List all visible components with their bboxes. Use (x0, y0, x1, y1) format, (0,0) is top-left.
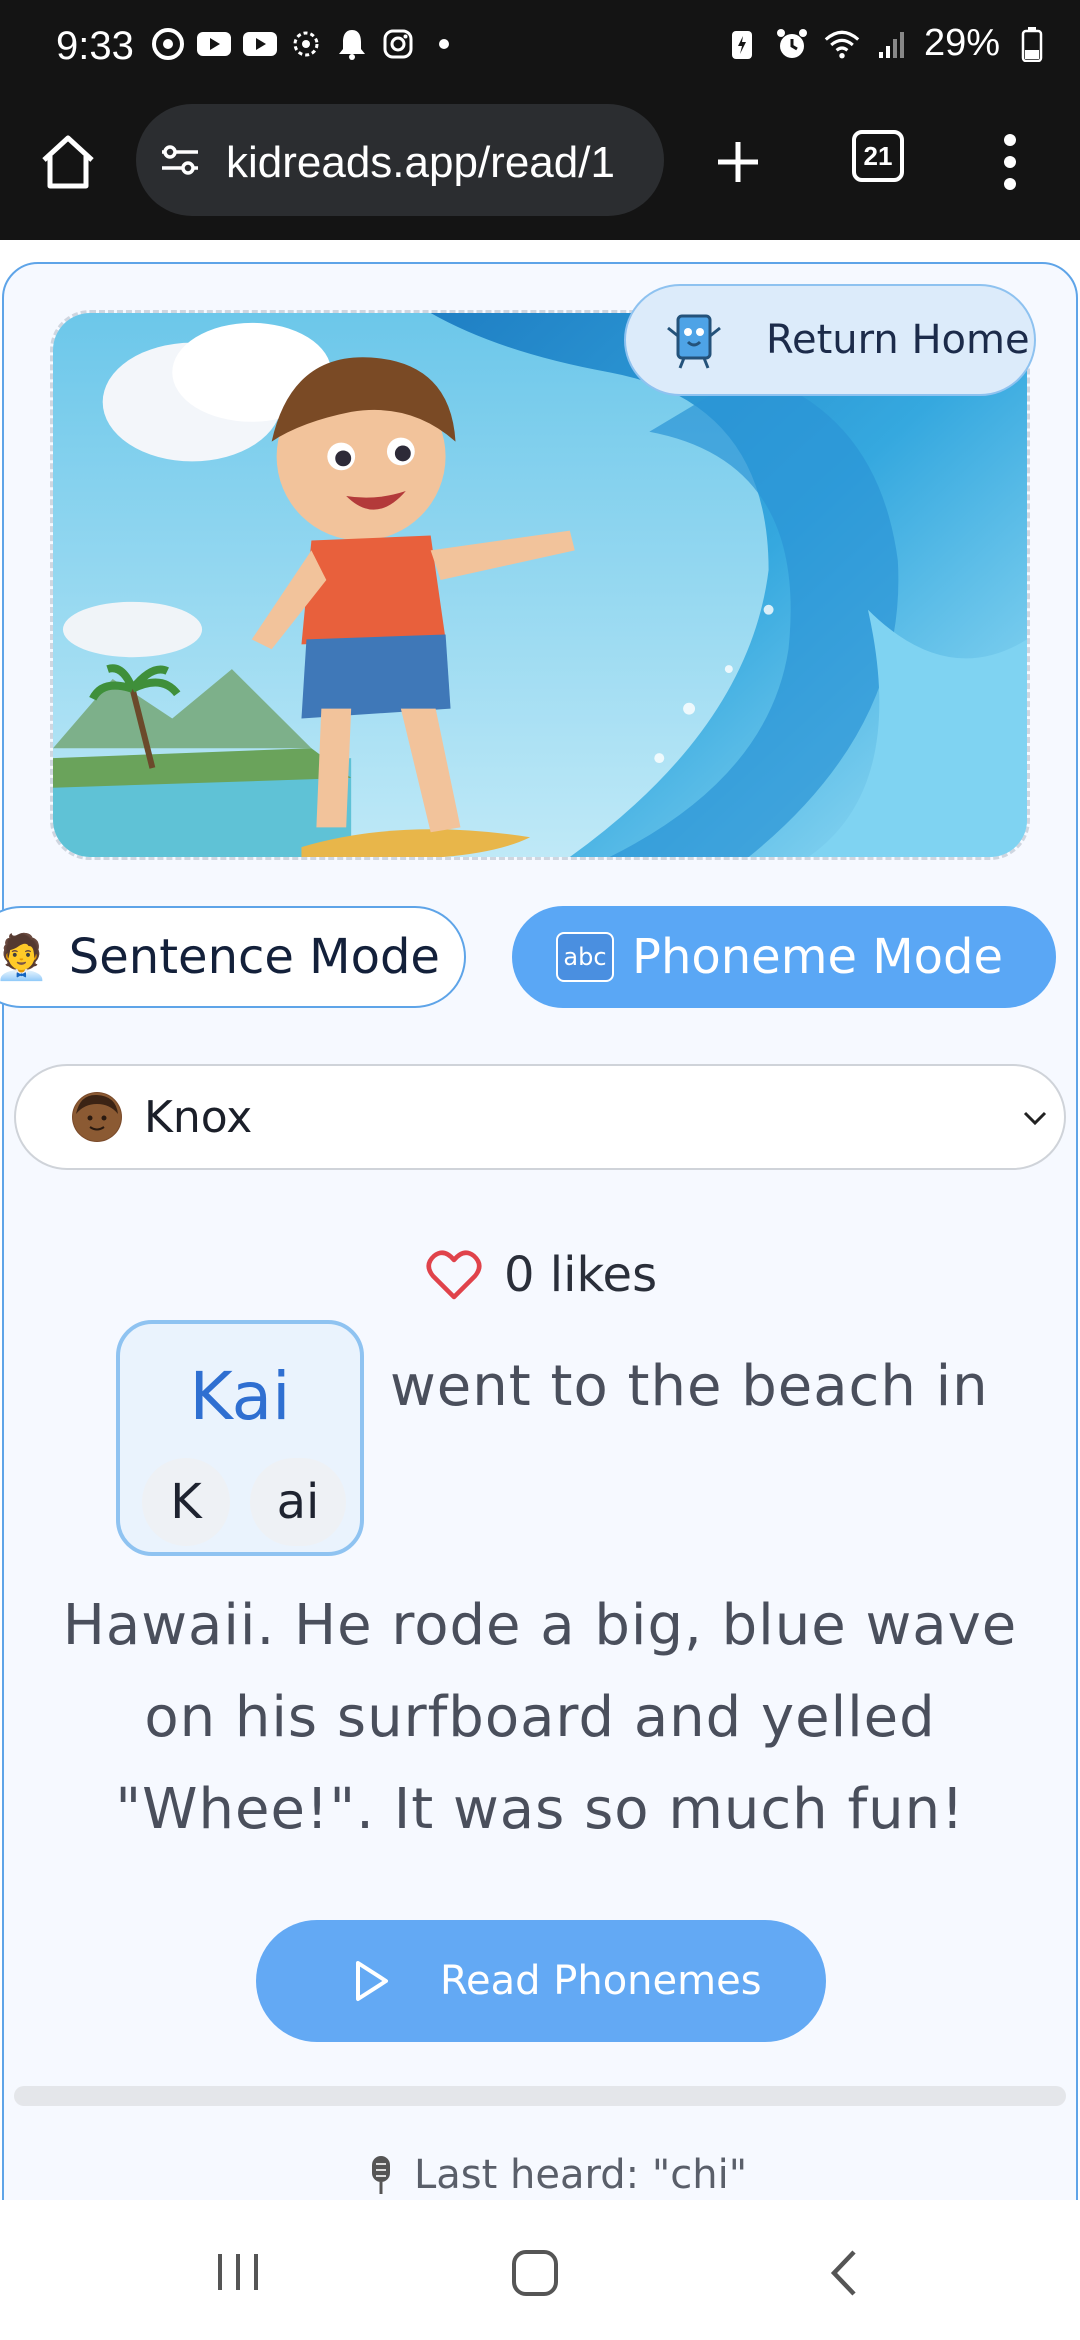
return-home-button[interactable]: Return Home (624, 284, 1036, 396)
home-icon[interactable] (36, 130, 100, 194)
active-word: Kai (189, 1358, 291, 1435)
new-tab-icon[interactable] (706, 130, 770, 194)
phoneme-mode-button[interactable]: abc Phoneme Mode (512, 906, 1056, 1008)
more-menu-icon[interactable] (990, 126, 1030, 198)
phoneme-mode-label: Phoneme Mode (632, 929, 1004, 985)
likes-button[interactable]: 0 likes (426, 1240, 657, 1310)
active-word-card[interactable]: Kai K ai (116, 1320, 364, 1556)
abc-icon: abc (556, 932, 614, 982)
youtube-icon (196, 26, 232, 62)
play-icon (352, 1959, 392, 2003)
alarm-icon (774, 26, 810, 62)
story-text-line: went to the beach in (390, 1354, 989, 1419)
status-time: 9:33 (56, 24, 134, 68)
notification-icons (150, 26, 462, 62)
voice-select-value: Knox (144, 1091, 253, 1143)
last-heard-text: Last heard: "chi" (414, 2152, 748, 2198)
back-icon[interactable] (826, 2246, 860, 2300)
web-page: Return Home 🧑‍💼 Sentence Mode abc Phonem… (0, 240, 1080, 2200)
signal-icon (874, 26, 910, 62)
ai-sparkle-icon (288, 26, 324, 62)
book-mascot-icon (662, 308, 726, 372)
battery-percentage: 29% (923, 22, 1000, 64)
phoneme-chip[interactable]: ai (250, 1458, 346, 1546)
instagram-icon (380, 26, 416, 62)
browser-toolbar: kidreads.app/read/1 21 (0, 100, 1080, 240)
reading-progress-bar (14, 2086, 1066, 2106)
chevron-down-icon (1020, 1106, 1050, 1130)
microphone-icon (366, 2154, 396, 2196)
battery-saver-icon (724, 26, 760, 62)
youtube-icon (242, 26, 278, 62)
battery-icon (1014, 26, 1050, 62)
story-text: Hawaii. He rode a big, blue wave on his … (62, 1593, 1018, 1842)
read-phonemes-button[interactable]: Read Phonemes (256, 1920, 826, 2042)
last-heard-status: Last heard: "chi" (366, 2152, 747, 2198)
system-icons: 29% (724, 22, 1050, 65)
system-navigation-bar (0, 2200, 1080, 2340)
chrome-icon (150, 26, 186, 62)
heart-icon[interactable] (426, 1249, 482, 1301)
recent-apps-icon[interactable] (210, 2250, 266, 2294)
home-nav-icon[interactable] (510, 2248, 560, 2298)
sentence-mode-label: Sentence Mode (68, 929, 440, 985)
bell-icon (334, 26, 370, 62)
read-phonemes-label: Read Phonemes (440, 1958, 762, 2004)
voice-select[interactable]: Knox (14, 1064, 1066, 1170)
wifi-icon (824, 26, 860, 62)
phoneme-chip[interactable]: K (142, 1458, 230, 1546)
url-bar[interactable]: kidreads.app/read/1 (136, 104, 664, 216)
likes-count: 0 likes (504, 1247, 658, 1303)
status-bar: 9:33 29% (0, 0, 1080, 100)
sentence-mode-emoji: 🧑‍💼 (0, 932, 49, 983)
return-home-label: Return Home (766, 317, 1030, 363)
sentence-mode-button[interactable]: 🧑‍💼 Sentence Mode (0, 906, 466, 1008)
url-text[interactable]: kidreads.app/read/1 (226, 138, 656, 188)
tab-switcher-button[interactable]: 21 (852, 130, 904, 182)
dot-icon (426, 26, 462, 62)
voice-avatar-icon (72, 1092, 122, 1142)
site-settings-icon[interactable] (158, 138, 202, 182)
